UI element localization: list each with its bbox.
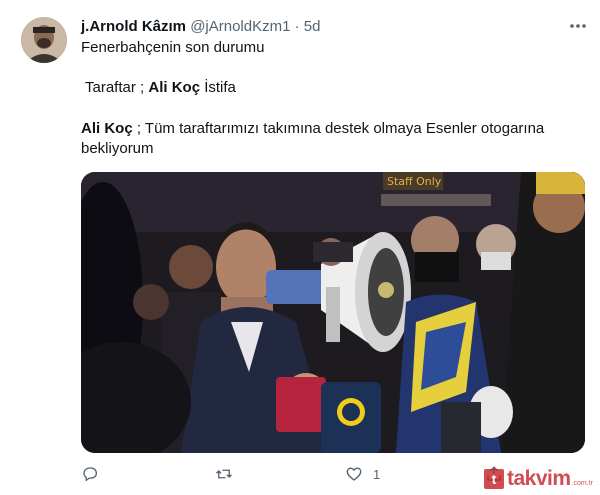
tweet-text-line-3: Ali Koç ; Tüm taraftarımızı takımına des…: [81, 119, 544, 139]
takvim-watermark: t takvim .com.tr: [484, 466, 596, 492]
user-handle[interactable]: @jArnoldKzm1: [190, 18, 290, 35]
retweet-icon: [216, 469, 232, 479]
line-3-rest: ; Tüm taraftarımızı takımına destek olma…: [132, 120, 545, 137]
like-count: 1: [373, 466, 381, 482]
reply-button[interactable]: [81, 461, 109, 487]
timestamp[interactable]: 5d: [304, 18, 321, 35]
photo-sign: Staff Only: [387, 175, 442, 188]
display-name[interactable]: j.Arnold Kâzım: [81, 18, 186, 35]
avatar[interactable]: [21, 17, 67, 63]
watermark-logo-box: t: [484, 469, 504, 489]
watermark-suffix: .com.tr: [571, 479, 593, 487]
more-options-button[interactable]: [564, 16, 592, 38]
like-icon: [346, 467, 362, 481]
separator: ·: [294, 18, 300, 35]
like-button[interactable]: 1: [345, 461, 380, 487]
tweet-text-line-2: Taraftar ; Ali Koç İstifa: [85, 78, 236, 98]
reply-icon: [83, 467, 98, 482]
line-2-suffix: İstifa: [200, 79, 236, 96]
retweet-button[interactable]: [215, 461, 243, 487]
more-icon: [570, 24, 586, 28]
avatar-photo: [21, 17, 67, 63]
photo-scene: Staff Only: [81, 172, 585, 453]
tweet-text-line-1: Fenerbahçenin son durumu: [81, 39, 265, 56]
tweet-header: j.Arnold Kâzım @jArnoldKzm1 · 5d: [81, 17, 320, 37]
tweet-photo[interactable]: Staff Only: [81, 172, 585, 453]
tweet: j.Arnold Kâzım @jArnoldKzm1 · 5d Fenerba…: [0, 0, 600, 495]
tweet-text-line-4: bekliyorum: [81, 140, 154, 157]
line-2-prefix: Taraftar ;: [85, 79, 149, 96]
line-2-bold: Ali Koç: [148, 79, 201, 96]
watermark-text: takvim: [507, 467, 571, 490]
line-3-bold: Ali Koç: [81, 120, 133, 137]
